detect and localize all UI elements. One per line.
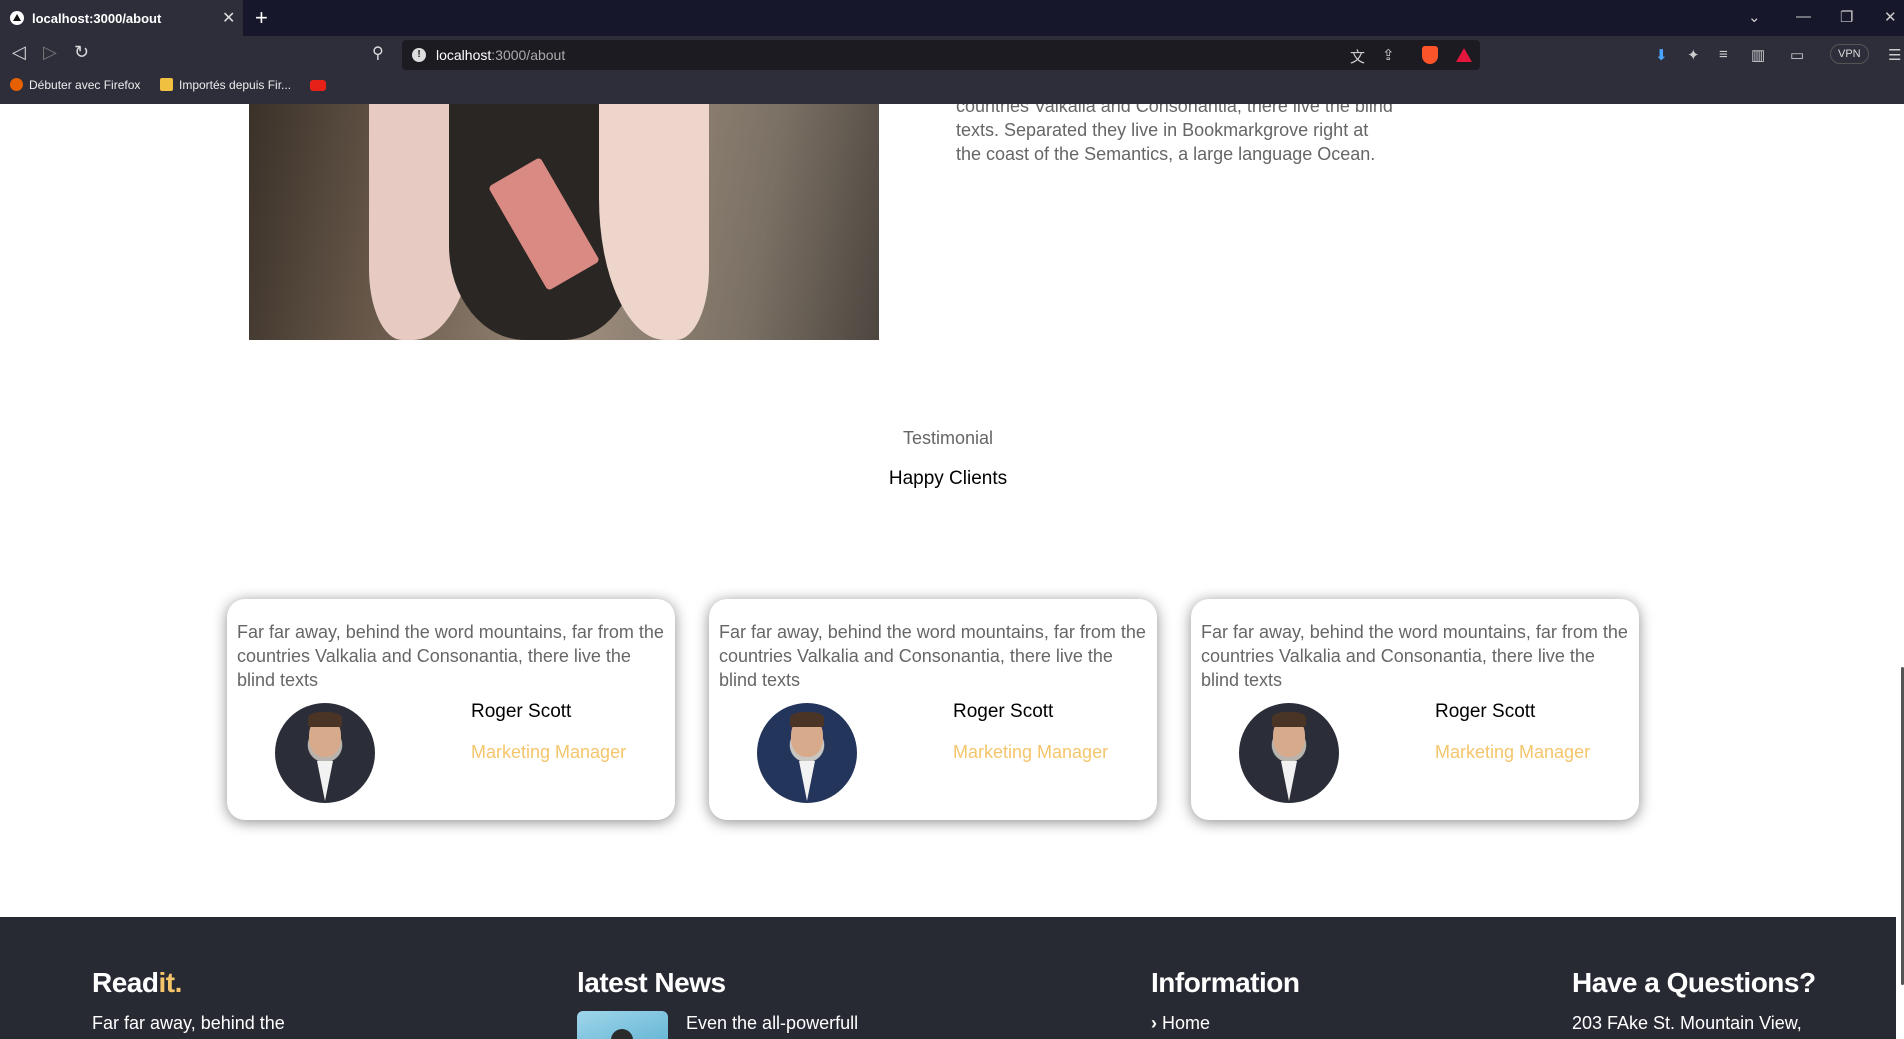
testimonial-card: Far far away, behind the word mountains,… (227, 599, 675, 820)
section-subtitle: Testimonial (902, 428, 994, 448)
reload-icon[interactable]: ↻ (74, 42, 89, 63)
site-footer: Readit. Far far away, behind the latest … (0, 917, 1896, 1039)
testimonial-quote: Far far away, behind the word mountains,… (237, 622, 664, 690)
footer-address: 203 FAke St. Mountain View, (1572, 1013, 1802, 1033)
extensions-icon[interactable]: ✦ (1687, 46, 1700, 64)
footer-news-title: latest News (577, 967, 726, 998)
footer-contact-title: Have a Questions? (1572, 967, 1816, 998)
bookmark-folder-importes[interactable]: Importés depuis Fir... (160, 76, 291, 94)
tab-list-chevron-icon[interactable]: ⌄ (1748, 8, 1761, 26)
brave-shields-icon[interactable] (1422, 46, 1438, 64)
folder-icon (160, 78, 173, 91)
back-icon[interactable]: ◁ (12, 42, 26, 63)
client-name: Roger Scott (471, 701, 572, 722)
client-role: Marketing Manager (1435, 742, 1591, 762)
chevron-right-icon: › (1151, 1013, 1157, 1033)
footer-info-title: Information (1151, 967, 1300, 998)
page-scrollbar[interactable] (1900, 104, 1904, 1039)
close-tab-icon[interactable]: ✕ (222, 8, 235, 28)
testimonial-quote: Far far away, behind the word mountains,… (719, 622, 1146, 690)
testimonial-card: Far far away, behind the word mountains,… (1191, 599, 1639, 820)
client-name: Roger Scott (1435, 701, 1536, 722)
url-text[interactable]: localhost:3000/about (436, 47, 565, 63)
tab-title: localhost:3000/about (32, 11, 162, 26)
menu-icon[interactable]: ☰ (1888, 46, 1901, 64)
tab-favicon-icon (10, 11, 24, 25)
avatar (275, 703, 375, 803)
testimonial-card: Far far away, behind the word mountains,… (709, 599, 1157, 820)
client-role: Marketing Manager (953, 742, 1109, 762)
download-icon[interactable]: ⬇ (1655, 46, 1668, 64)
about-paragraph: countries Valkalia and Consonantia, ther… (956, 104, 1393, 164)
wallet-icon[interactable]: ▭ (1790, 46, 1804, 64)
footer-link-home[interactable]: › Home (1151, 1013, 1210, 1034)
close-window-icon[interactable]: ✕ (1884, 8, 1897, 26)
news-thumbnail[interactable] (577, 1011, 668, 1039)
client-name: Roger Scott (953, 701, 1054, 722)
minimize-icon[interactable]: — (1796, 8, 1811, 25)
firefox-icon (10, 78, 23, 91)
forward-icon[interactable]: ▷ (43, 42, 57, 63)
vpn-button[interactable]: VPN (1830, 44, 1869, 64)
bookmark-debuter-firefox[interactable]: Débuter avec Firefox (10, 76, 140, 94)
youtube-icon (310, 80, 326, 91)
browser-toolbar: ◁ ▷ ↻ ⚲ ! localhost:3000/about 文 ⇪ ⬇ ✦ ≡… (0, 36, 1904, 104)
news-item-title[interactable]: Even the all-powerfull (686, 1013, 858, 1034)
site-info-icon[interactable]: ! (412, 48, 426, 62)
bookmark-youtube[interactable] (310, 76, 332, 94)
browser-tab[interactable]: localhost:3000/about ✕ (0, 0, 243, 36)
restore-icon[interactable]: ❐ (1840, 8, 1853, 26)
footer-brand[interactable]: Readit. (92, 967, 182, 999)
testimonial-quote: Far far away, behind the word mountains,… (1201, 622, 1628, 690)
translate-icon[interactable]: 文 (1350, 46, 1365, 67)
section-title: Happy Clients (888, 468, 1008, 489)
avatar (757, 703, 857, 803)
browser-tab-bar: localhost:3000/about ✕ + ⌄ — ❐ ✕ (0, 0, 1904, 36)
address-bar[interactable]: ! localhost:3000/about 文 ⇪ (402, 40, 1480, 70)
brave-rewards-icon[interactable] (1456, 48, 1472, 62)
new-tab-icon[interactable]: + (255, 5, 268, 31)
playlist-icon[interactable]: ≡ (1719, 46, 1728, 63)
about-photo (249, 104, 879, 340)
share-icon[interactable]: ⇪ (1382, 46, 1395, 64)
avatar (1239, 703, 1339, 803)
page-viewport: countries Valkalia and Consonantia, ther… (0, 104, 1904, 1039)
client-role: Marketing Manager (471, 742, 627, 762)
sidebar-icon[interactable]: ▥ (1751, 46, 1765, 64)
bookmark-icon[interactable]: ⚲ (372, 43, 384, 63)
footer-brand-text: Far far away, behind the (92, 1013, 285, 1033)
